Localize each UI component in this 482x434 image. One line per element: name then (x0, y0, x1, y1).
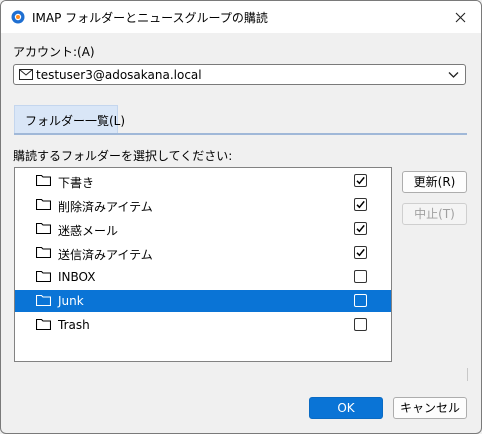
folder-icon (35, 222, 52, 237)
folder-row-selected[interactable]: Junk (15, 290, 391, 312)
stop-button[interactable]: 中止(T) (402, 203, 467, 225)
subscribe-checkbox[interactable] (354, 222, 367, 235)
cancel-button[interactable]: キャンセル (393, 397, 467, 419)
mail-account-icon (19, 69, 33, 83)
tab-folder-list[interactable]: フォルダー一覧(L) (14, 105, 125, 133)
checkmark-icon (356, 224, 365, 233)
folder-name: 下書き (58, 176, 95, 190)
folder-row[interactable]: 送信済みアイテム (15, 242, 391, 264)
checkmark-icon (356, 200, 365, 209)
folder-name: 送信済みアイテム (58, 248, 153, 262)
resize-divider (467, 368, 468, 381)
chevron-down-icon (448, 69, 459, 83)
subscribe-checkbox[interactable] (354, 174, 367, 187)
folder-row[interactable]: 削除済みアイテム (15, 194, 391, 216)
folder-name: Trash (58, 318, 90, 332)
folder-name: 迷惑メール (58, 224, 119, 238)
folder-icon (35, 246, 52, 261)
folder-name: INBOX (58, 270, 96, 284)
tab-divider (14, 133, 467, 135)
close-icon (455, 12, 465, 22)
subscribe-dialog: IMAP フォルダーとニュースグループの購読 アカウント:(A) testuse… (0, 0, 482, 434)
account-value: testuser3@adosakana.local (36, 68, 202, 82)
title-bar: IMAP フォルダーとニュースグループの購読 (1, 1, 481, 33)
folder-row[interactable]: 下書き (15, 170, 391, 192)
subscribe-checkbox[interactable] (354, 270, 367, 283)
checkmark-icon (356, 248, 365, 257)
folder-name: Junk (58, 294, 84, 308)
subscribe-checkbox[interactable] (354, 246, 367, 259)
folder-icon (35, 198, 52, 213)
folder-row[interactable]: INBOX (15, 266, 391, 288)
folder-row[interactable]: Trash (15, 314, 391, 336)
subscribe-checkbox[interactable] (354, 294, 367, 307)
account-dropdown[interactable]: testuser3@adosakana.local (13, 64, 466, 85)
folder-list[interactable]: 下書き 削除済みアイテム 迷惑メール 送信済みアイテム INBOX Junk T… (14, 167, 392, 362)
close-button[interactable] (447, 5, 473, 29)
folder-icon (35, 318, 52, 333)
folder-icon (35, 270, 52, 285)
folder-list-label: 購読するフォルダーを選択してください: (13, 149, 233, 163)
thunderbird-icon (11, 10, 25, 24)
folder-icon (35, 294, 52, 309)
tab-label: フォルダー一覧(L) (25, 114, 126, 128)
subscribe-checkbox[interactable] (354, 198, 367, 211)
subscribe-checkbox[interactable] (354, 318, 367, 331)
account-label: アカウント:(A) (13, 45, 95, 59)
checkmark-icon (356, 176, 365, 185)
window-title: IMAP フォルダーとニュースグループの購読 (32, 11, 268, 25)
folder-name: 削除済みアイテム (58, 200, 153, 214)
folder-row[interactable]: 迷惑メール (15, 218, 391, 240)
folder-icon (35, 174, 52, 189)
refresh-button[interactable]: 更新(R) (402, 171, 467, 193)
ok-button[interactable]: OK (309, 397, 383, 419)
